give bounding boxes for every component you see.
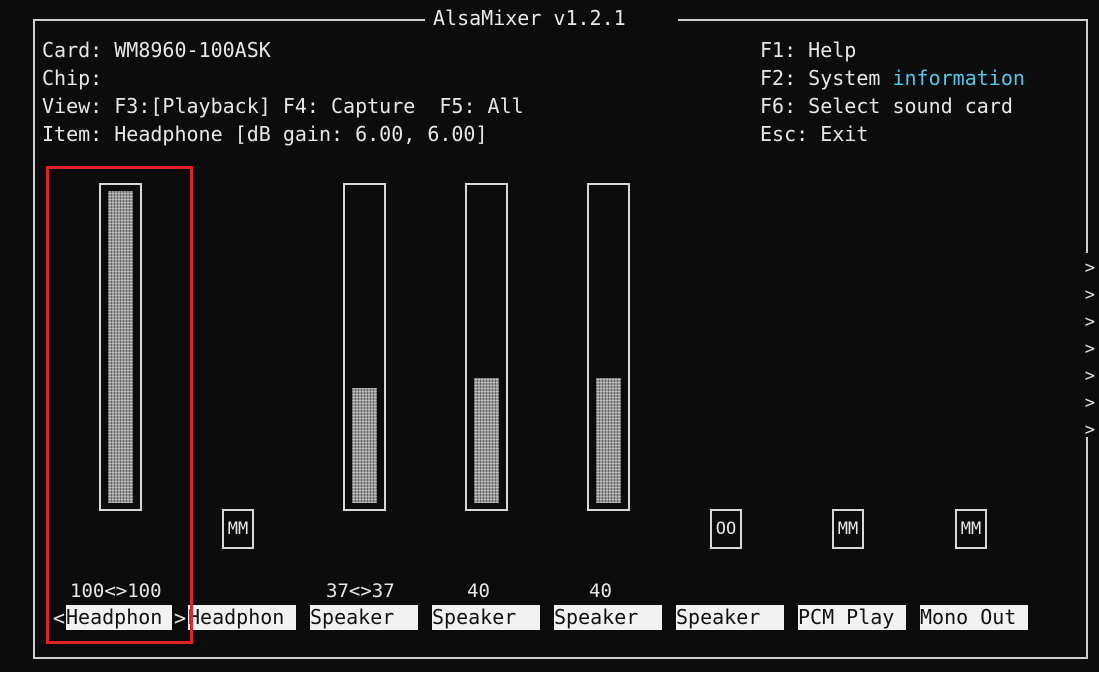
key-help[interactable]: F1: Help — [760, 40, 856, 60]
view-playback-active[interactable]: [Playback] — [150, 94, 270, 118]
key-system-key: F2: — [760, 66, 797, 90]
channel-label-speaker-1[interactable]: Speaker — [310, 605, 418, 630]
key-exit-key: Esc: — [760, 122, 809, 146]
mono-out-mute-switch[interactable]: MM — [955, 509, 987, 549]
speaker-volume-value-3: 40 — [589, 580, 612, 602]
key-system-label: System — [808, 66, 893, 90]
channel-label-speaker-2[interactable]: Speaker — [432, 605, 540, 630]
scroll-right-indicator[interactable]: > — [1085, 339, 1095, 359]
screenshot: AlsaMixer v1.2.1 Card: WM8960-100ASK Chi… — [0, 0, 1099, 674]
scroll-right-indicator[interactable]: > — [1085, 366, 1095, 386]
app-title: AlsaMixer v1.2.1 — [433, 6, 626, 30]
key-select-key: F6: — [760, 94, 797, 118]
key-system-label-highlight: information — [892, 66, 1025, 90]
terminal-window: AlsaMixer v1.2.1 Card: WM8960-100ASK Chi… — [0, 0, 1099, 672]
frame-border-top-right — [678, 19, 1088, 21]
frame-border-top-left — [33, 19, 425, 21]
view-other-options[interactable]: F4: Capture F5: All — [271, 94, 524, 118]
view-info: View: F3:[Playback] F4: Capture F5: All — [42, 96, 524, 116]
frame-border-left — [33, 19, 35, 659]
speaker-volume-bar-2[interactable] — [465, 183, 508, 511]
scroll-right-indicator[interactable]: > — [1085, 258, 1095, 278]
speaker-volume-value-2: 40 — [467, 580, 490, 602]
frame-border-bottom — [33, 657, 1088, 659]
speaker-volume-bar-3[interactable] — [587, 183, 630, 511]
key-select-label: Select sound card — [808, 94, 1013, 118]
key-exit[interactable]: Esc: Exit — [760, 124, 868, 144]
key-help-key: F1: — [760, 38, 797, 62]
key-select-card[interactable]: F6: Select sound card — [760, 96, 1013, 116]
headphone-mute-switch[interactable]: MM — [222, 509, 254, 549]
scroll-right-indicator[interactable]: > — [1085, 312, 1095, 332]
key-help-label: Help — [808, 38, 857, 62]
frame-border-right-bottom — [1086, 437, 1088, 659]
scroll-right-indicator[interactable]: > — [1085, 285, 1095, 305]
scroll-right-indicator[interactable]: > — [1085, 393, 1095, 413]
speaker-switch[interactable]: OO — [710, 509, 742, 549]
key-exit-label: Exit — [820, 122, 869, 146]
speaker-volume-bar-1[interactable] — [343, 183, 386, 511]
scroll-right-indicator[interactable]: > — [1085, 420, 1095, 440]
frame-border-right-top — [1086, 19, 1088, 253]
channel-label-headphone-switch[interactable]: Headphon — [188, 605, 296, 630]
speaker-volume-value-1: 37<>37 — [326, 580, 395, 602]
channel-label-speaker-4[interactable]: Speaker — [676, 605, 784, 630]
speaker-volume-fill-3 — [596, 378, 621, 503]
card-info: Card: WM8960-100ASK — [42, 38, 271, 62]
channel-label-mono-out[interactable]: Mono Out — [920, 605, 1028, 630]
speaker-volume-fill-1 — [352, 388, 377, 503]
key-system-info[interactable]: F2: System information — [760, 68, 1025, 88]
item-info: Item: Headphone [dB gain: 6.00, 6.00] — [42, 122, 488, 146]
chip-info: Chip: — [42, 66, 103, 90]
channel-label-pcm-playback[interactable]: PCM Play — [798, 605, 906, 630]
speaker-volume-fill-2 — [474, 378, 499, 503]
selection-highlight-box — [46, 166, 193, 644]
view-prefix: View: F3: — [42, 94, 151, 118]
pcm-playback-mute-switch[interactable]: MM — [832, 509, 864, 549]
channel-label-speaker-3[interactable]: Speaker — [554, 605, 662, 630]
